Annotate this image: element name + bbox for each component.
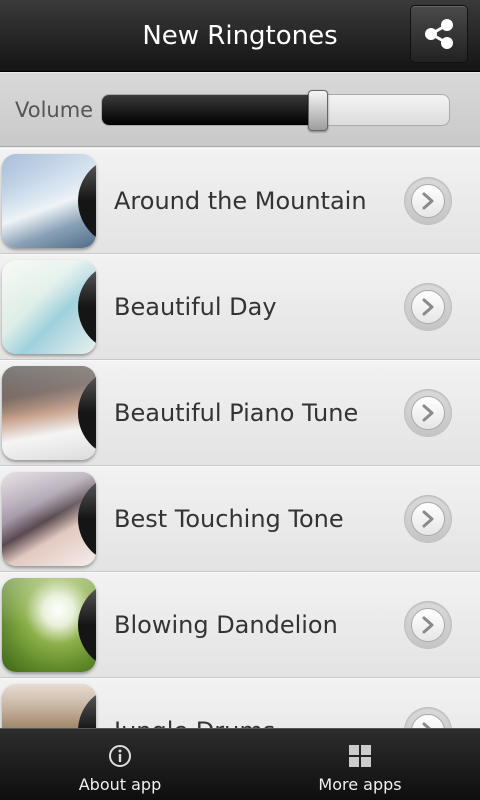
list-item[interactable]: Best Touching Tone: [0, 466, 480, 572]
play-arrow-button[interactable]: [404, 283, 452, 331]
grid-icon: [349, 745, 371, 767]
ringtone-title: Beautiful Day: [114, 293, 277, 321]
play-arrow-button[interactable]: [404, 177, 452, 225]
dandelion-thumbnail: [2, 578, 96, 672]
volume-slider-thumb[interactable]: [308, 90, 328, 131]
ringtone-title: Blowing Dandelion: [114, 611, 338, 639]
app-header: New Ringtones: [0, 0, 480, 72]
bottom-nav: About app More apps: [0, 728, 480, 800]
chevron-right-icon: [422, 510, 434, 528]
ringtone-title: Around the Mountain: [114, 187, 367, 215]
volume-label: Volume: [15, 98, 94, 122]
list-item[interactable]: Around the Mountain: [0, 148, 480, 254]
chevron-right-icon: [422, 616, 434, 634]
about-app-label: About app: [78, 775, 162, 794]
list-item[interactable]: Beautiful Day: [0, 254, 480, 360]
play-arrow-button[interactable]: [404, 601, 452, 649]
piano-thumbnail: [2, 366, 96, 460]
share-icon: [425, 19, 453, 49]
volume-slider[interactable]: [101, 94, 450, 126]
more-apps-button[interactable]: More apps: [240, 729, 480, 800]
play-arrow-button[interactable]: [404, 389, 452, 437]
volume-bar: Volume: [0, 73, 480, 147]
info-icon: [109, 745, 131, 767]
page-title: New Ringtones: [142, 21, 338, 51]
play-arrow-button[interactable]: [404, 707, 452, 728]
ringtone-title: Beautiful Piano Tune: [114, 399, 359, 427]
chevron-right-icon: [422, 192, 434, 210]
list-item[interactable]: Beautiful Piano Tune: [0, 360, 480, 466]
play-arrow-button[interactable]: [404, 495, 452, 543]
jungle-thumbnail: [2, 684, 96, 728]
chevron-right-icon: [422, 722, 431, 728]
more-apps-label: More apps: [318, 775, 402, 794]
about-app-button[interactable]: About app: [0, 729, 240, 800]
ringtone-list: Around the Mountain Beautiful Day Beauti…: [0, 148, 480, 728]
mountain-thumbnail: [2, 154, 96, 248]
chevron-right-icon: [422, 298, 434, 316]
day-thumbnail: [2, 260, 96, 354]
list-item[interactable]: Blowing Dandelion: [0, 572, 480, 678]
ringtone-title: Best Touching Tone: [114, 505, 344, 533]
ringtone-title: Jungle Drums: [114, 679, 275, 728]
list-item[interactable]: Jungle Drums: [0, 678, 480, 728]
portrait-thumbnail: [2, 472, 96, 566]
volume-slider-fill: [102, 95, 311, 125]
share-button[interactable]: [410, 5, 468, 63]
chevron-right-icon: [422, 404, 434, 422]
